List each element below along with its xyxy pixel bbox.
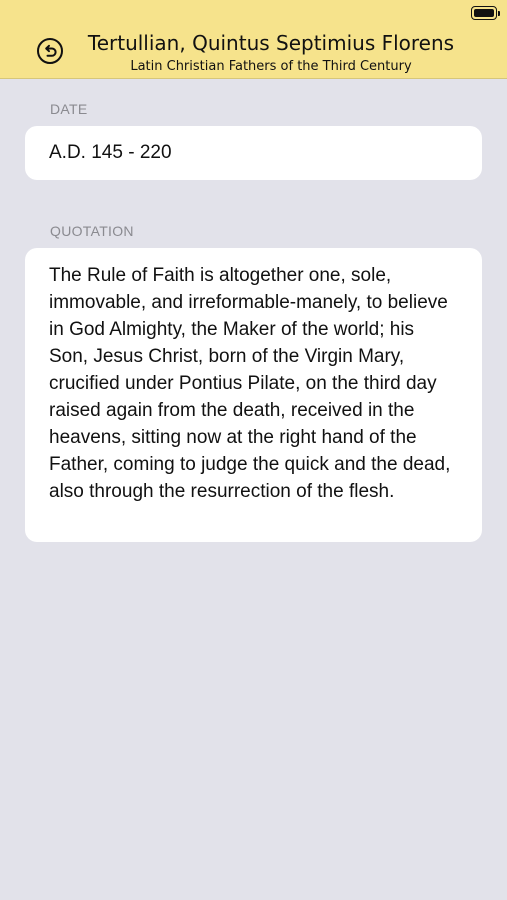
battery-icon: [471, 6, 500, 20]
back-button[interactable]: [35, 36, 65, 66]
back-arrow-circle-icon: [37, 38, 63, 64]
page-title: Tertullian, Quintus Septimius Florens: [87, 31, 455, 55]
date-value: A.D. 145 - 220: [49, 142, 172, 163]
battery-level-fill: [474, 9, 494, 17]
date-section-label: DATE: [50, 101, 88, 117]
page-subtitle: Latin Christian Fathers of the Third Cen…: [130, 59, 412, 74]
date-card: A.D. 145 - 220: [25, 126, 482, 180]
quotation-text: The Rule of Faith is altogether one, sol…: [49, 265, 451, 502]
quotation-section-label: QUOTATION: [50, 223, 134, 239]
battery-tip: [498, 10, 500, 16]
quotation-card: The Rule of Faith is altogether one, sol…: [25, 248, 482, 542]
navigation-header: Tertullian, Quintus Septimius Florens La…: [0, 0, 507, 79]
